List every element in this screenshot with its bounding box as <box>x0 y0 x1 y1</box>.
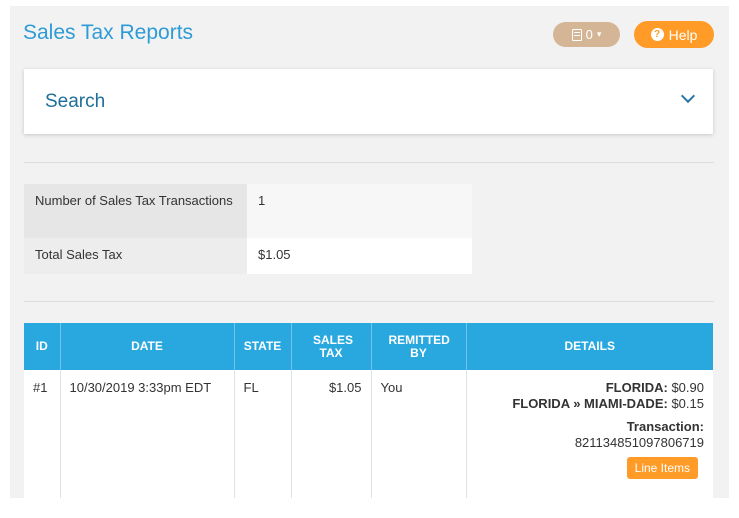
table-header-row: ID DATE STATE SALES TAX REMITTED BY DETA… <box>24 323 713 370</box>
notifications-button[interactable]: 0 ▾ <box>553 22 620 47</box>
cell-state: FL <box>234 370 292 498</box>
document-icon <box>571 28 582 41</box>
column-header-sales-tax[interactable]: SALES TAX <box>291 323 372 370</box>
chevron-down-icon: ▾ <box>596 29 602 39</box>
cell-details: FLORIDA: $0.90 FLORIDA » MIAMI-DADE: $0.… <box>466 370 713 498</box>
search-panel[interactable]: Search <box>24 69 713 134</box>
cell-date: 10/30/2019 3:33pm EDT <box>60 370 235 498</box>
question-icon: ? <box>650 28 664 41</box>
search-panel-label: Search <box>45 91 106 112</box>
transaction-id: 821134851097806719 <box>574 435 704 450</box>
detail-line: FLORIDA » MIAMI-DADE: $0.15 <box>476 396 704 412</box>
summary-label: Number of Sales Tax Transactions <box>24 184 247 238</box>
line-items-button[interactable]: Line Items <box>626 457 698 479</box>
divider <box>24 301 714 302</box>
column-header-state[interactable]: STATE <box>234 323 292 370</box>
summary-value: $1.05 <box>247 238 472 274</box>
detail-amount: $0.90 <box>671 380 704 395</box>
summary-label: Total Sales Tax <box>24 238 247 274</box>
detail-jurisdiction: FLORIDA » MIAMI-DADE: <box>512 396 668 411</box>
detail-line: FLORIDA: $0.90 <box>476 380 704 396</box>
summary-value: 1 <box>247 184 472 238</box>
cell-sales-tax: $1.05 <box>291 370 372 498</box>
page-title: Sales Tax Reports <box>23 21 194 44</box>
notifications-count: 0 <box>585 27 593 42</box>
transaction-label: Transaction: <box>626 419 704 434</box>
column-header-details[interactable]: DETAILS <box>466 323 713 370</box>
detail-jurisdiction: FLORIDA: <box>605 380 668 395</box>
divider <box>24 162 714 163</box>
column-header-label: REMITTED BY <box>388 332 450 360</box>
cell-remitted-by: You <box>371 370 467 498</box>
column-header-id[interactable]: ID <box>24 323 61 370</box>
detail-amount: $0.15 <box>671 396 704 411</box>
transaction-info: Transaction: 821134851097806719 <box>476 419 704 451</box>
summary-row: Number of Sales Tax Transactions 1 <box>24 184 472 238</box>
transactions-table: ID DATE STATE SALES TAX REMITTED BY DETA… <box>24 323 713 498</box>
help-label: Help <box>668 26 698 43</box>
help-button[interactable]: ? Help <box>634 21 714 48</box>
column-header-remitted-by[interactable]: REMITTED BY <box>371 323 467 370</box>
column-header-date[interactable]: DATE <box>60 323 235 370</box>
cell-id: #1 <box>24 370 61 498</box>
page: Sales Tax Reports 0 ▾ ? Help Search Numb… <box>10 6 729 498</box>
summary-table: Number of Sales Tax Transactions 1 Total… <box>24 184 472 274</box>
chevron-down-icon[interactable] <box>680 88 696 104</box>
summary-row: Total Sales Tax $1.05 <box>24 238 472 274</box>
table-row: #1 10/30/2019 3:33pm EDT FL $1.05 You FL… <box>24 370 713 498</box>
column-header-label: SALES TAX <box>313 332 354 360</box>
